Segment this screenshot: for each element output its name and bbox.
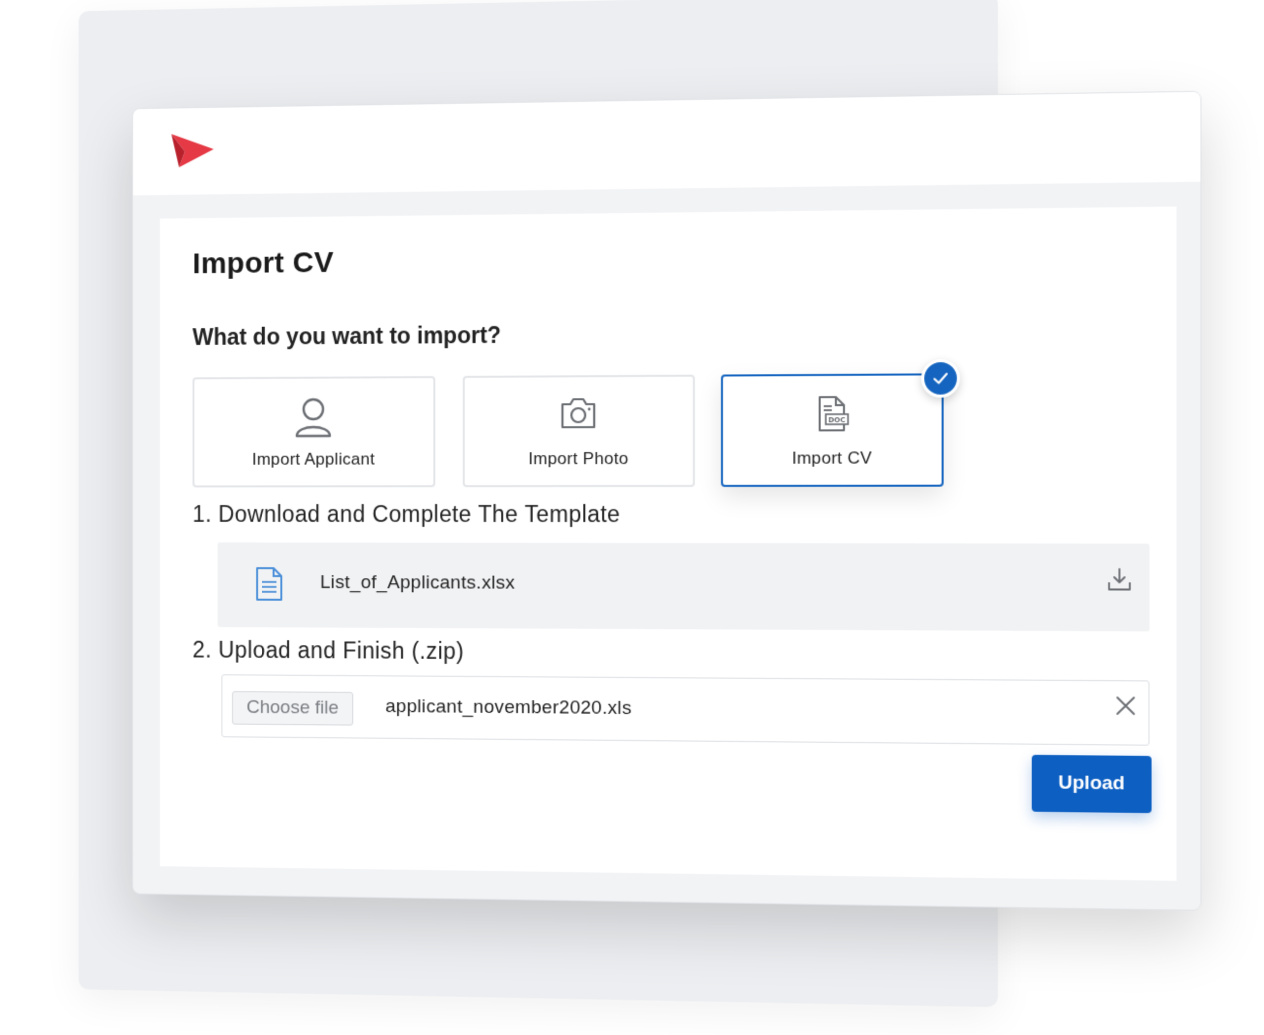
- download-icon[interactable]: [1106, 566, 1133, 593]
- svg-text:DOC: DOC: [828, 416, 845, 424]
- option-label: Import Applicant: [194, 449, 433, 469]
- choose-file-button[interactable]: Choose file: [232, 691, 353, 726]
- brand-logo-icon: [169, 131, 215, 171]
- app-window: Import CV What do you want to import? Im…: [132, 91, 1201, 911]
- import-dialog: Import CV What do you want to import? Im…: [160, 207, 1177, 881]
- import-question: What do you want to import?: [193, 322, 502, 351]
- camera-icon: [558, 395, 598, 431]
- doc-file-icon: DOC: [812, 394, 852, 434]
- title-bar: [133, 92, 1200, 196]
- template-file-name: List_of_Applicants.xlsx: [320, 572, 515, 594]
- user-icon: [294, 396, 333, 438]
- option-import-photo[interactable]: Import Photo: [463, 375, 695, 488]
- step-upload-title: 2. Upload and Finish (.zip): [193, 637, 465, 665]
- document-icon: [254, 566, 283, 602]
- step-download-title: 1. Download and Complete The Template: [193, 501, 621, 528]
- selected-check-icon: [921, 359, 960, 398]
- option-label: Import Photo: [465, 449, 693, 469]
- close-icon[interactable]: [1113, 693, 1138, 718]
- scene: Import CV What do you want to import? Im…: [18, 0, 1264, 1035]
- option-import-cv[interactable]: DOC Import CV: [721, 373, 944, 487]
- option-label: Import CV: [723, 448, 942, 469]
- file-upload-field[interactable]: Choose file applicant_november2020.xls: [221, 674, 1149, 745]
- upload-button[interactable]: Upload: [1032, 755, 1152, 813]
- page-title: Import CV: [193, 246, 334, 281]
- chosen-file-name: applicant_november2020.xls: [385, 696, 631, 720]
- option-import-applicant[interactable]: Import Applicant: [193, 376, 436, 487]
- template-file-row: List_of_Applicants.xlsx: [218, 542, 1150, 631]
